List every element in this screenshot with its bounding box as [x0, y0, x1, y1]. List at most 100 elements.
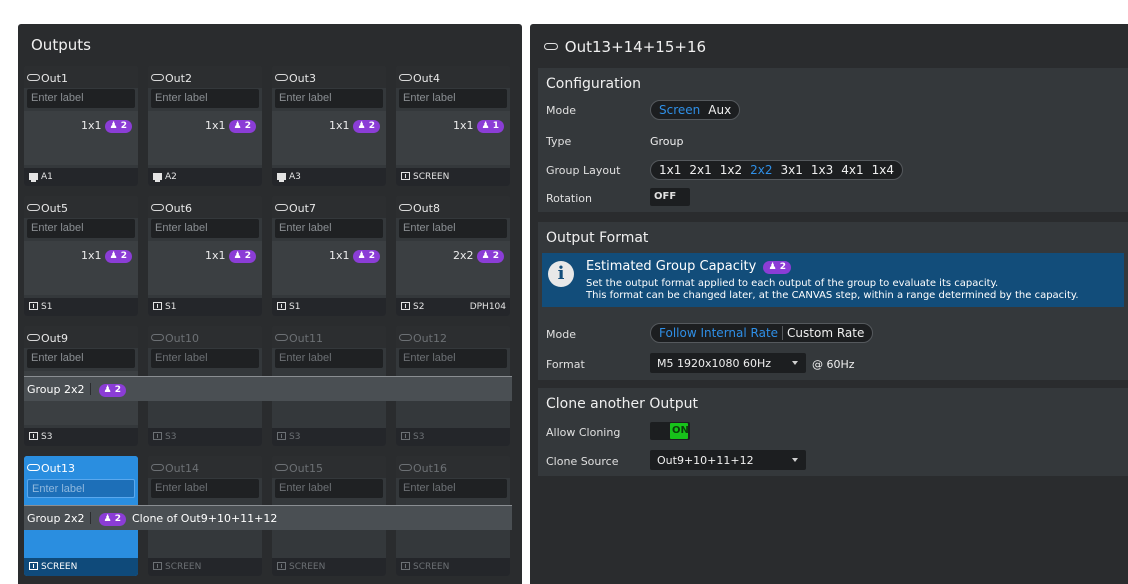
- configuration-section: Configuration Mode Screen Aux Type Group …: [538, 68, 1128, 212]
- output-name: Out4: [413, 72, 440, 85]
- layout-option-2x2[interactable]: 2x2: [746, 163, 776, 177]
- output-icon: [275, 74, 288, 81]
- output-icon: [151, 334, 164, 341]
- person-icon: ♟: [357, 121, 366, 131]
- output-label-input[interactable]: Enter label: [151, 219, 259, 238]
- person-icon: ♟: [109, 251, 118, 261]
- output-card-out3[interactable]: Out3 Enter label 1x1 ♟ 2 A3: [272, 66, 386, 186]
- output-source-text: SCREEN: [41, 562, 78, 572]
- output-label-input[interactable]: Enter label: [275, 219, 383, 238]
- clone-of-text: Clone of Out9+10+11+12: [131, 512, 278, 525]
- output-card-out2[interactable]: Out2 Enter label 1x1 ♟ 2 A2: [148, 66, 262, 186]
- output-icon: [27, 464, 40, 471]
- output-source-text: SCREEN: [413, 562, 450, 572]
- group-layout-label: Group Layout: [546, 164, 621, 177]
- rotation-label: Rotation: [546, 192, 593, 205]
- output-label-input[interactable]: Enter label: [275, 479, 383, 498]
- output-card-out4[interactable]: Out4 Enter label 1x1 ♟ 1 SCREEN: [396, 66, 510, 186]
- layout-option-1x2[interactable]: 1x2: [716, 163, 746, 177]
- output-resolution: 1x1 ♟ 2: [205, 249, 256, 263]
- output-resolution-text: 2x2: [453, 249, 474, 262]
- output-name: Out1: [41, 72, 68, 85]
- output-icon: [399, 464, 412, 471]
- output-label-input[interactable]: Enter label: [151, 479, 259, 498]
- output-label-input[interactable]: Enter label: [151, 89, 259, 108]
- output-source-text: A3: [289, 172, 301, 182]
- output-resolution-text: 1x1: [329, 119, 350, 132]
- layout-option-2x1[interactable]: 2x1: [685, 163, 715, 177]
- output-card-body: 1x1 ♟ 2: [148, 241, 262, 295]
- output-label-input[interactable]: Enter label: [27, 349, 135, 368]
- format-rate-suffix: @ 60Hz: [812, 358, 855, 371]
- output-label-input[interactable]: Enter label: [27, 219, 135, 238]
- capacity-count: 2: [779, 262, 786, 272]
- outputs-panel: Outputs Out1 Enter label 1x1 ♟ 2 A1 Out2 Enter…: [18, 24, 522, 584]
- mode-option-custom-rate[interactable]: Custom Rate: [782, 326, 868, 340]
- output-card-body: 1x1 ♟ 2: [24, 241, 138, 295]
- mode-option-follow-internal-rate[interactable]: Follow Internal Rate: [655, 326, 782, 340]
- output-label-input[interactable]: Enter label: [27, 479, 135, 498]
- screen-icon: [277, 302, 286, 310]
- group-bar-separator: [89, 512, 91, 524]
- format-mode-control: Follow Internal Rate Custom Rate: [650, 323, 874, 343]
- output-resolution-text: 1x1: [81, 249, 102, 262]
- clone-source-dropdown[interactable]: Out9+10+11+12: [650, 450, 806, 470]
- group-bar-out9-12[interactable]: Group 2x2 ♟ 2: [24, 376, 512, 401]
- output-source-text: A2: [165, 172, 177, 182]
- output-label-input[interactable]: Enter label: [399, 219, 507, 238]
- output-card-header: Out10: [148, 326, 262, 348]
- output-source-text: S3: [413, 432, 425, 442]
- type-value: Group: [650, 135, 684, 148]
- output-source-text: SCREEN: [413, 172, 450, 182]
- group-bar-out13-16[interactable]: Group 2x2 ♟ 2 Clone of Out9+10+11+12: [24, 505, 512, 530]
- monitor-icon: [29, 173, 38, 182]
- output-name: Out9: [41, 332, 68, 345]
- mode-option-screen[interactable]: Screen: [655, 103, 704, 117]
- output-label-input[interactable]: Enter label: [275, 89, 383, 108]
- layout-option-3x1[interactable]: 3x1: [777, 163, 807, 177]
- layout-option-1x1[interactable]: 1x1: [655, 163, 685, 177]
- type-label: Type: [546, 135, 572, 148]
- output-source: S1: [272, 298, 386, 316]
- output-label-input[interactable]: Enter label: [399, 349, 507, 368]
- layout-option-1x3[interactable]: 1x3: [807, 163, 837, 177]
- output-card-header: Out6: [148, 196, 262, 218]
- output-source: SCREEN: [272, 558, 386, 576]
- output-label-input[interactable]: Enter label: [275, 349, 383, 368]
- format-mode-label: Mode: [546, 328, 576, 341]
- output-card-header: Out12: [396, 326, 510, 348]
- layout-option-1x4[interactable]: 1x4: [868, 163, 898, 177]
- person-icon: ♟: [481, 121, 490, 131]
- format-value: M5 1920x1080 60Hz: [657, 357, 772, 370]
- output-label-input[interactable]: Enter label: [151, 349, 259, 368]
- output-label-input[interactable]: Enter label: [27, 89, 135, 108]
- output-name: Out10: [165, 332, 199, 345]
- screen-icon: [401, 302, 410, 310]
- format-label: Format: [546, 358, 585, 371]
- output-label-input[interactable]: Enter label: [399, 89, 507, 108]
- output-icon: [151, 464, 164, 471]
- output-icon: [544, 43, 558, 50]
- output-label-input[interactable]: Enter label: [399, 479, 507, 498]
- output-card-out6[interactable]: Out6 Enter label 1x1 ♟ 2 S1: [148, 196, 262, 316]
- mode-option-aux[interactable]: Aux: [704, 103, 735, 117]
- output-card-out5[interactable]: Out5 Enter label 1x1 ♟ 2 S1: [24, 196, 138, 316]
- layout-option-4x1[interactable]: 4x1: [837, 163, 867, 177]
- screen-icon: [153, 562, 162, 570]
- output-capacity-count: 2: [368, 121, 375, 131]
- output-capacity-badge: ♟ 2: [476, 250, 504, 263]
- group-bar-label: Group 2x2: [27, 383, 85, 396]
- group-capacity-badge: ♟ 2: [98, 384, 126, 397]
- output-card-out1[interactable]: Out1 Enter label 1x1 ♟ 2 A1: [24, 66, 138, 186]
- rotation-toggle[interactable]: OFF: [650, 188, 690, 206]
- output-card-out8[interactable]: Out8 Enter label 2x2 ♟ 2 S2 DPH104: [396, 196, 510, 316]
- allow-cloning-toggle[interactable]: ON: [650, 422, 690, 440]
- output-source: S3: [396, 428, 510, 446]
- output-capacity-count: 2: [244, 251, 251, 261]
- capacity-badge: ♟ 2: [763, 261, 791, 274]
- output-card-out7[interactable]: Out7 Enter label 1x1 ♟ 2 S1: [272, 196, 386, 316]
- outputs-title: Outputs: [31, 36, 91, 54]
- format-dropdown[interactable]: M5 1920x1080 60Hz: [650, 353, 806, 373]
- output-source: S3: [272, 428, 386, 446]
- output-resolution-text: 1x1: [329, 249, 350, 262]
